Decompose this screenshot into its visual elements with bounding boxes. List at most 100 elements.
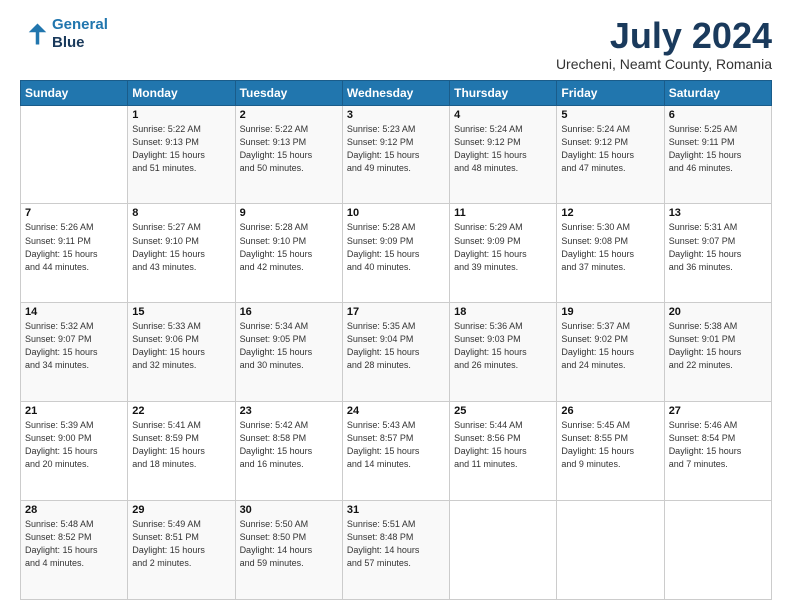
day-cell: 12 Sunrise: 5:30 AM Sunset: 9:08 PM Dayli… xyxy=(557,204,664,303)
day-cell: 25Sunrise: 5:44 AM Sunset: 8:56 PM Dayli… xyxy=(450,402,557,501)
day-number: 31 xyxy=(347,504,445,516)
day-number: 1 xyxy=(132,109,230,121)
day-info: Sunrise: 5:46 AM Sunset: 8:54 PM Dayligh… xyxy=(669,419,767,471)
day-cell: 24Sunrise: 5:43 AM Sunset: 8:57 PM Dayli… xyxy=(342,402,449,501)
col-tuesday: Tuesday xyxy=(235,80,342,105)
col-friday: Friday xyxy=(557,80,664,105)
week-row-1: 1 Sunrise: 5:22 AM Sunset: 9:13 PM Daylig… xyxy=(21,105,772,204)
week-row-4: 21 Sunrise: 5:39 AM Sunset: 9:00 PM Dayli… xyxy=(21,402,772,501)
day-cell: 26Sunrise: 5:45 AM Sunset: 8:55 PM Dayli… xyxy=(557,402,664,501)
day-cell xyxy=(557,501,664,600)
location-subtitle: Urecheni, Neamt County, Romania xyxy=(556,56,772,72)
day-info: Sunrise: 5:34 AM Sunset: 9:05 PM Dayligh… xyxy=(240,320,338,372)
day-number: 5 xyxy=(561,109,659,121)
day-cell: 19 Sunrise: 5:37 AM Sunset: 9:02 PM Dayli… xyxy=(557,303,664,402)
day-number: 18 xyxy=(454,306,552,318)
day-cell: 15 Sunrise: 5:33 AM Sunset: 9:06 PM Dayli… xyxy=(128,303,235,402)
day-cell: 30 Sunrise: 5:50 AM Sunset: 8:50 PM Dayli… xyxy=(235,501,342,600)
day-number: 3 xyxy=(347,109,445,121)
col-thursday: Thursday xyxy=(450,80,557,105)
day-number: 27 xyxy=(669,405,767,417)
day-info: Sunrise: 5:25 AM Sunset: 9:11 PM Dayligh… xyxy=(669,123,767,175)
day-number: 16 xyxy=(240,306,338,318)
day-number: 19 xyxy=(561,306,659,318)
day-info: Sunrise: 5:35 AM Sunset: 9:04 PM Dayligh… xyxy=(347,320,445,372)
day-cell: 10 Sunrise: 5:28 AM Sunset: 9:09 PM Dayli… xyxy=(342,204,449,303)
day-info: Sunrise: 5:24 AM Sunset: 9:12 PM Dayligh… xyxy=(454,123,552,175)
day-cell: 18 Sunrise: 5:36 AM Sunset: 9:03 PM Dayli… xyxy=(450,303,557,402)
day-info: Sunrise: 5:22 AM Sunset: 9:13 PM Dayligh… xyxy=(132,123,230,175)
day-info: Sunrise: 5:51 AM Sunset: 8:48 PM Dayligh… xyxy=(347,518,445,570)
header-row: Sunday Monday Tuesday Wednesday Thursday… xyxy=(21,80,772,105)
day-number: 17 xyxy=(347,306,445,318)
day-cell: 28 Sunrise: 5:48 AM Sunset: 8:52 PM Dayli… xyxy=(21,501,128,600)
day-number: 22 xyxy=(132,405,230,417)
day-info: Sunrise: 5:23 AM Sunset: 9:12 PM Dayligh… xyxy=(347,123,445,175)
day-cell: 3 Sunrise: 5:23 AM Sunset: 9:12 PM Daylig… xyxy=(342,105,449,204)
title-block: July 2024 Urecheni, Neamt County, Romani… xyxy=(556,16,772,72)
day-number: 10 xyxy=(347,207,445,219)
day-cell xyxy=(21,105,128,204)
day-info: Sunrise: 5:48 AM Sunset: 8:52 PM Dayligh… xyxy=(25,518,123,570)
day-cell: 17 Sunrise: 5:35 AM Sunset: 9:04 PM Dayli… xyxy=(342,303,449,402)
day-number: 13 xyxy=(669,207,767,219)
day-number: 30 xyxy=(240,504,338,516)
calendar-table: Sunday Monday Tuesday Wednesday Thursday… xyxy=(20,80,772,600)
day-number: 9 xyxy=(240,207,338,219)
day-cell: 29Sunrise: 5:49 AM Sunset: 8:51 PM Dayli… xyxy=(128,501,235,600)
day-info: Sunrise: 5:36 AM Sunset: 9:03 PM Dayligh… xyxy=(454,320,552,372)
day-info: Sunrise: 5:28 AM Sunset: 9:10 PM Dayligh… xyxy=(240,221,338,273)
week-row-5: 28 Sunrise: 5:48 AM Sunset: 8:52 PM Dayli… xyxy=(21,501,772,600)
day-cell: 23 Sunrise: 5:42 AM Sunset: 8:58 PM Dayli… xyxy=(235,402,342,501)
page-header: General Blue July 2024 Urecheni, Neamt C… xyxy=(20,16,772,72)
day-number: 12 xyxy=(561,207,659,219)
day-cell: 5Sunrise: 5:24 AM Sunset: 9:12 PM Daylig… xyxy=(557,105,664,204)
day-number: 6 xyxy=(669,109,767,121)
day-info: Sunrise: 5:32 AM Sunset: 9:07 PM Dayligh… xyxy=(25,320,123,372)
day-number: 7 xyxy=(25,207,123,219)
day-number: 11 xyxy=(454,207,552,219)
day-info: Sunrise: 5:30 AM Sunset: 9:08 PM Dayligh… xyxy=(561,221,659,273)
day-info: Sunrise: 5:39 AM Sunset: 9:00 PM Dayligh… xyxy=(25,419,123,471)
day-info: Sunrise: 5:28 AM Sunset: 9:09 PM Dayligh… xyxy=(347,221,445,273)
day-info: Sunrise: 5:50 AM Sunset: 8:50 PM Dayligh… xyxy=(240,518,338,570)
day-info: Sunrise: 5:31 AM Sunset: 9:07 PM Dayligh… xyxy=(669,221,767,273)
day-cell: 20Sunrise: 5:38 AM Sunset: 9:01 PM Dayli… xyxy=(664,303,771,402)
day-number: 14 xyxy=(25,306,123,318)
col-monday: Monday xyxy=(128,80,235,105)
day-number: 15 xyxy=(132,306,230,318)
day-number: 26 xyxy=(561,405,659,417)
day-cell xyxy=(664,501,771,600)
day-number: 21 xyxy=(25,405,123,417)
day-info: Sunrise: 5:38 AM Sunset: 9:01 PM Dayligh… xyxy=(669,320,767,372)
day-number: 29 xyxy=(132,504,230,516)
day-info: Sunrise: 5:27 AM Sunset: 9:10 PM Dayligh… xyxy=(132,221,230,273)
day-cell: 31 Sunrise: 5:51 AM Sunset: 8:48 PM Dayli… xyxy=(342,501,449,600)
col-saturday: Saturday xyxy=(664,80,771,105)
calendar-page: General Blue July 2024 Urecheni, Neamt C… xyxy=(0,0,792,612)
day-info: Sunrise: 5:41 AM Sunset: 8:59 PM Dayligh… xyxy=(132,419,230,471)
day-number: 28 xyxy=(25,504,123,516)
day-number: 23 xyxy=(240,405,338,417)
day-info: Sunrise: 5:37 AM Sunset: 9:02 PM Dayligh… xyxy=(561,320,659,372)
day-cell: 22 Sunrise: 5:41 AM Sunset: 8:59 PM Dayli… xyxy=(128,402,235,501)
day-info: Sunrise: 5:33 AM Sunset: 9:06 PM Dayligh… xyxy=(132,320,230,372)
month-title: July 2024 xyxy=(556,16,772,56)
day-info: Sunrise: 5:42 AM Sunset: 8:58 PM Dayligh… xyxy=(240,419,338,471)
day-cell: 2Sunrise: 5:22 AM Sunset: 9:13 PM Daylig… xyxy=(235,105,342,204)
day-cell: 13 Sunrise: 5:31 AM Sunset: 9:07 PM Dayli… xyxy=(664,204,771,303)
day-cell: 21 Sunrise: 5:39 AM Sunset: 9:00 PM Dayli… xyxy=(21,402,128,501)
day-cell: 6 Sunrise: 5:25 AM Sunset: 9:11 PM Daylig… xyxy=(664,105,771,204)
day-number: 4 xyxy=(454,109,552,121)
day-info: Sunrise: 5:26 AM Sunset: 9:11 PM Dayligh… xyxy=(25,221,123,273)
logo-icon xyxy=(20,20,48,48)
day-cell xyxy=(450,501,557,600)
day-cell: 9 Sunrise: 5:28 AM Sunset: 9:10 PM Daylig… xyxy=(235,204,342,303)
day-cell: 4 Sunrise: 5:24 AM Sunset: 9:12 PM Daylig… xyxy=(450,105,557,204)
week-row-2: 7 Sunrise: 5:26 AM Sunset: 9:11 PM Daylig… xyxy=(21,204,772,303)
day-info: Sunrise: 5:29 AM Sunset: 9:09 PM Dayligh… xyxy=(454,221,552,273)
day-cell: 1 Sunrise: 5:22 AM Sunset: 9:13 PM Daylig… xyxy=(128,105,235,204)
day-cell: 16 Sunrise: 5:34 AM Sunset: 9:05 PM Dayli… xyxy=(235,303,342,402)
day-number: 2 xyxy=(240,109,338,121)
day-number: 25 xyxy=(454,405,552,417)
